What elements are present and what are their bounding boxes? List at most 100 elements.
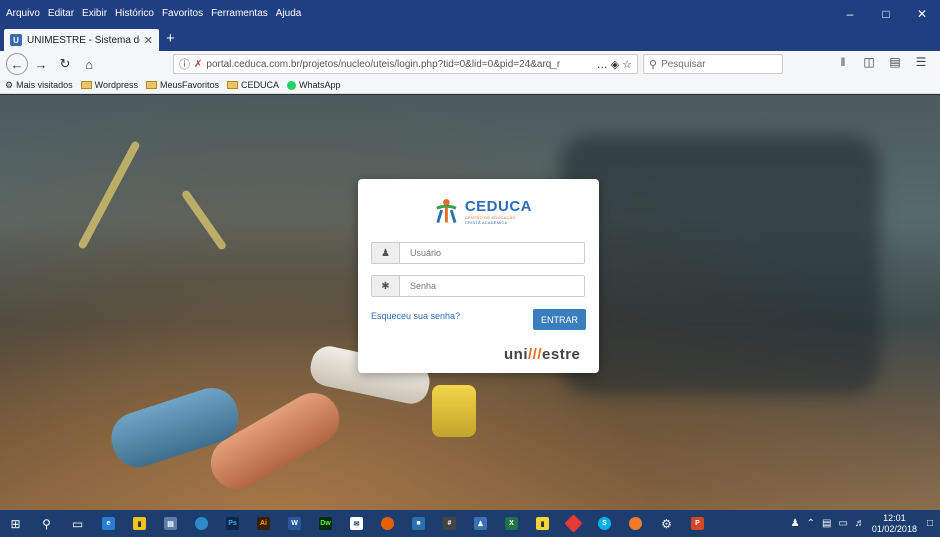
people-icon[interactable]: ♟ bbox=[465, 510, 496, 537]
illustrator-icon[interactable]: Ai bbox=[248, 510, 279, 537]
page-actions[interactable]: … ◈ ☆ bbox=[597, 58, 632, 71]
powerpoint-icon[interactable]: P bbox=[682, 510, 713, 537]
forward-button[interactable]: → bbox=[30, 53, 52, 75]
menu-icon[interactable]: ☰ bbox=[908, 55, 934, 69]
store-icon[interactable]: ▮ bbox=[124, 510, 155, 537]
chalk-stroke bbox=[180, 189, 228, 251]
logo-text: CEDUCA CENTRO DE EDUCAÇÃO CRISTÃ ACADÊMI… bbox=[465, 198, 532, 225]
word-icon[interactable]: W bbox=[279, 510, 310, 537]
back-button[interactable]: ← bbox=[6, 53, 28, 75]
bookmarks-bar: ⚙ Mais visitados Wordpress MeusFavoritos… bbox=[0, 77, 940, 94]
bookmark-meusfavoritos[interactable]: MeusFavoritos bbox=[145, 80, 219, 90]
battery-icon[interactable]: ▭ bbox=[838, 518, 847, 529]
tab-strip: U UNIMESTRE - Sistema de gestã ✕ + bbox=[0, 27, 940, 51]
logo-name: CEDUCA bbox=[464, 197, 532, 215]
menu-historico[interactable]: Histórico bbox=[115, 8, 154, 19]
blender-icon[interactable] bbox=[620, 510, 651, 537]
sticky-notes-icon[interactable]: ▮ bbox=[527, 510, 558, 537]
network-icon[interactable]: ▤ bbox=[822, 518, 831, 529]
bookmark-label: MeusFavoritos bbox=[159, 80, 219, 90]
app-icon[interactable]: ■ bbox=[403, 510, 434, 537]
maximize-button[interactable]: □ bbox=[868, 0, 904, 27]
username-input[interactable] bbox=[400, 248, 584, 258]
people-tray-icon[interactable]: ♟ bbox=[791, 518, 800, 529]
skype-icon[interactable]: S bbox=[589, 510, 620, 537]
menu-ajuda[interactable]: Ajuda bbox=[276, 8, 302, 19]
search-bar[interactable]: ⚲ bbox=[643, 54, 783, 74]
chrome-icon[interactable] bbox=[186, 510, 217, 537]
photoshop-icon[interactable]: Ps bbox=[217, 510, 248, 537]
ceduca-logo-mark-icon bbox=[436, 198, 457, 223]
brand-suffix: estre bbox=[542, 346, 581, 363]
menu-ferramentas[interactable]: Ferramentas bbox=[211, 8, 268, 19]
bookmark-label: Wordpress bbox=[94, 80, 138, 90]
navigation-bar: ← → ↻ ⌂ ⓘ ✗ portal.ceduca.com.br/projeto… bbox=[0, 51, 940, 77]
menu-arquivo[interactable]: Arquivo bbox=[6, 8, 40, 19]
volume-icon[interactable]: ♬ bbox=[855, 518, 865, 529]
ceduca-logo: CEDUCA CENTRO DE EDUCAÇÃO CRISTÃ ACADÊMI… bbox=[432, 194, 532, 228]
asterisk-icon: ✱ bbox=[372, 276, 400, 296]
login-card: CEDUCA CENTRO DE EDUCAÇÃO CRISTÃ ACADÊMI… bbox=[358, 179, 599, 373]
bookmark-label: Mais visitados bbox=[16, 80, 73, 90]
password-input[interactable] bbox=[400, 281, 584, 291]
chalk-yellow bbox=[432, 385, 476, 437]
clock[interactable]: 12:01 01/02/2018 bbox=[872, 513, 917, 535]
notification-icon[interactable]: □ bbox=[927, 518, 933, 529]
library-icon[interactable]: ‖ bbox=[830, 55, 856, 69]
reader-icon[interactable]: ▤ bbox=[882, 55, 908, 69]
unimestre-favicon-icon: U bbox=[10, 34, 22, 46]
menu-bar: Arquivo Editar Exibir Histórico Favorito… bbox=[0, 0, 940, 27]
edge-icon[interactable]: e bbox=[93, 510, 124, 537]
forgot-password-link[interactable]: Esqueceu sua senha? bbox=[371, 311, 460, 321]
calculator-icon[interactable]: # bbox=[434, 510, 465, 537]
taskbar: ⊞ ⚲ ▭ e ▮ ▤ Ps Ai W Dw ✉ ■ # ♟ X ▮ S ⚙ P… bbox=[0, 510, 940, 537]
bookmark-ceduca[interactable]: CEDUCA bbox=[227, 80, 279, 90]
bookmark-mais-visitados[interactable]: ⚙ Mais visitados bbox=[5, 80, 73, 91]
firefox-icon[interactable] bbox=[372, 510, 403, 537]
search-icon: ⚲ bbox=[649, 58, 658, 71]
user-icon: ♟ bbox=[372, 243, 400, 263]
folder-icon bbox=[227, 81, 238, 89]
tab-title: UNIMESTRE - Sistema de gestã bbox=[27, 34, 140, 46]
reload-button[interactable]: ↻ bbox=[54, 53, 76, 75]
home-button[interactable]: ⌂ bbox=[78, 53, 100, 75]
page-background: CEDUCA CENTRO DE EDUCAÇÃO CRISTÃ ACADÊMI… bbox=[0, 95, 940, 510]
toolbar-icons: ‖ ◫ ▤ ☰ bbox=[830, 55, 934, 69]
gear-icon: ⚙ bbox=[5, 79, 14, 90]
url-bar[interactable]: ⓘ ✗ portal.ceduca.com.br/projetos/nucleo… bbox=[173, 54, 638, 74]
info-icon[interactable]: ⓘ bbox=[179, 56, 190, 72]
insecure-lock-icon: ✗ bbox=[194, 58, 203, 70]
search-input[interactable] bbox=[661, 58, 772, 70]
git-icon[interactable] bbox=[558, 510, 589, 537]
mail-icon[interactable]: ✉ bbox=[341, 510, 372, 537]
new-tab-button[interactable]: + bbox=[166, 30, 175, 47]
files-icon[interactable]: ▤ bbox=[155, 510, 186, 537]
close-window-button[interactable]: ✕ bbox=[904, 0, 940, 27]
bookmark-whatsapp[interactable]: WhatsApp bbox=[287, 80, 341, 90]
login-button[interactable]: ENTRAR bbox=[533, 309, 586, 330]
bookmark-label: WhatsApp bbox=[299, 80, 341, 90]
unimestre-brand: uni///estre bbox=[504, 346, 580, 363]
dreamweaver-icon[interactable]: Dw bbox=[310, 510, 341, 537]
folder-icon bbox=[80, 81, 92, 89]
search-icon[interactable]: ⚲ bbox=[31, 510, 62, 537]
excel-icon[interactable]: X bbox=[496, 510, 527, 537]
bookmark-wordpress[interactable]: Wordpress bbox=[80, 80, 138, 90]
tab-unimestre[interactable]: U UNIMESTRE - Sistema de gestã ✕ bbox=[4, 29, 159, 51]
settings-icon[interactable]: ⚙ bbox=[651, 510, 682, 537]
menu-exibir[interactable]: Exibir bbox=[82, 8, 107, 19]
system-tray: ♟ ⌃ ▤ ▭ ♬ 12:01 01/02/2018 □ bbox=[791, 510, 940, 537]
menu-favoritos[interactable]: Favoritos bbox=[162, 8, 203, 19]
sidebar-icon[interactable]: ◫ bbox=[856, 55, 882, 69]
url-text[interactable]: portal.ceduca.com.br/projetos/nucleo/ute… bbox=[206, 59, 590, 70]
minimize-button[interactable]: – bbox=[832, 0, 868, 27]
logo-subtitle-2: CRISTÃ ACADÊMICA bbox=[464, 219, 508, 225]
brand-prefix: uni bbox=[504, 346, 528, 363]
folder-icon bbox=[145, 81, 157, 89]
tab-close-icon[interactable]: ✕ bbox=[144, 34, 153, 47]
task-view-icon[interactable]: ▭ bbox=[62, 510, 93, 537]
clock-time: 12:01 bbox=[883, 512, 906, 523]
windows-start-icon[interactable]: ⊞ bbox=[0, 510, 31, 537]
menu-editar[interactable]: Editar bbox=[48, 8, 74, 19]
chevron-up-icon[interactable]: ⌃ bbox=[807, 518, 815, 529]
